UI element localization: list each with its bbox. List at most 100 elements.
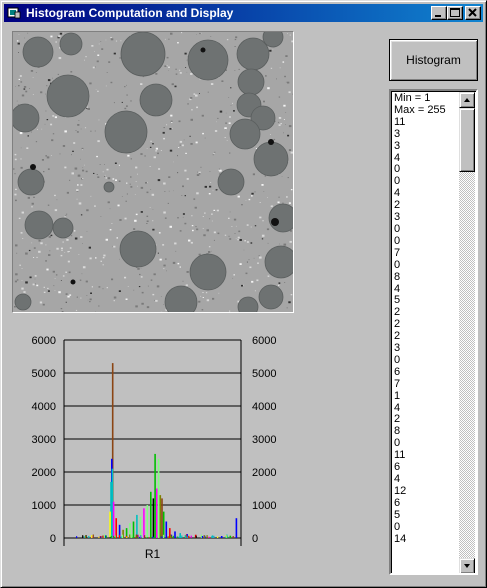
micrograph-speck — [104, 164, 105, 165]
micrograph-speck — [82, 266, 86, 269]
micrograph-speck — [65, 293, 68, 295]
micrograph-speck — [106, 168, 109, 171]
list-item[interactable]: 3 — [394, 342, 462, 355]
micrograph-speck — [121, 196, 123, 197]
list-item[interactable]: 0 — [394, 223, 462, 236]
micrograph-speck — [114, 162, 117, 164]
micrograph-speck — [155, 299, 158, 302]
micrograph-speck — [183, 139, 185, 141]
micrograph-speck — [168, 176, 171, 178]
particle — [189, 253, 227, 291]
list-item[interactable]: 5 — [394, 295, 462, 307]
micrograph-speck — [168, 66, 170, 68]
y-tick-label: 4000 — [32, 401, 56, 413]
micrograph-speck — [42, 303, 45, 306]
list-scrollbar[interactable] — [459, 92, 475, 573]
list-item[interactable]: 12 — [394, 485, 462, 498]
micrograph-speck — [285, 81, 287, 83]
scroll-up-button[interactable] — [459, 92, 475, 108]
micrograph-speck — [158, 168, 161, 170]
list-item[interactable]: 2 — [394, 414, 462, 426]
maximize-button[interactable] — [447, 6, 463, 20]
micrograph-speck — [14, 158, 17, 161]
micrograph-speck — [111, 278, 114, 281]
list-item[interactable]: 6 — [394, 461, 462, 474]
histogram-bar — [232, 536, 234, 538]
micrograph-speck — [256, 279, 259, 282]
list-item[interactable]: 2 — [394, 318, 462, 331]
micrograph-speck — [283, 243, 287, 246]
histogram-bar — [115, 537, 117, 538]
micrograph-speck — [263, 191, 265, 192]
list-item[interactable]: 0 — [394, 235, 462, 248]
micrograph-speck — [64, 216, 66, 217]
minimize-button[interactable] — [431, 6, 447, 20]
list-item[interactable]: 4 — [394, 283, 462, 296]
list-item[interactable]: 6 — [394, 497, 462, 510]
micrograph-speck — [60, 308, 63, 310]
list-item[interactable]: 0 — [394, 521, 462, 534]
micrograph-speck — [59, 32, 63, 35]
micrograph-speck — [202, 216, 204, 217]
micrograph-speck — [118, 164, 120, 166]
micrograph-speck — [177, 172, 179, 174]
micrograph-speck — [20, 232, 23, 234]
histogram-bar — [109, 537, 111, 538]
close-button[interactable] — [465, 6, 481, 20]
list-item[interactable]: 8 — [394, 271, 462, 284]
micrograph-speck — [204, 137, 206, 139]
micrograph-speck — [219, 110, 223, 113]
list-item[interactable]: 0 — [394, 175, 462, 188]
list-item[interactable]: 11 — [394, 449, 462, 462]
micrograph-speck — [107, 201, 110, 204]
list-item[interactable]: 0 — [394, 259, 462, 272]
scroll-thumb[interactable] — [459, 108, 475, 172]
micrograph-speck — [152, 293, 155, 296]
micrograph-speck — [80, 184, 83, 186]
list-item[interactable]: 4 — [394, 187, 462, 200]
list-item[interactable]: 8 — [394, 425, 462, 438]
histogram-bar — [102, 535, 104, 538]
micrograph-speck — [44, 123, 46, 125]
scroll-down-button[interactable] — [459, 558, 475, 573]
histogram-button[interactable]: Histogram — [389, 39, 478, 81]
micrograph-speck — [157, 179, 161, 182]
micrograph-speck — [225, 112, 227, 114]
micrograph-speck — [65, 214, 67, 216]
list-item[interactable]: 3 — [394, 128, 462, 141]
list-item[interactable]: 2 — [394, 330, 462, 343]
histogram-bar — [112, 501, 115, 538]
list-item[interactable]: 7 — [394, 378, 462, 391]
histogram-bar — [209, 537, 211, 538]
micrograph-speck — [100, 260, 102, 262]
particle — [13, 103, 40, 133]
list-item[interactable]: 14 — [394, 533, 462, 546]
list-item[interactable]: 1 — [394, 390, 462, 403]
micrograph-speck — [156, 285, 160, 288]
micrograph-speck — [88, 246, 91, 249]
list-item[interactable]: 5 — [394, 509, 462, 522]
list-item[interactable]: 6 — [394, 366, 462, 379]
list-item[interactable]: 3 — [394, 211, 462, 224]
particle — [104, 110, 148, 154]
micrograph-speck — [130, 176, 132, 178]
particle — [217, 168, 245, 196]
list-item[interactable]: 4 — [394, 402, 462, 415]
list-item[interactable]: 11 — [394, 116, 462, 129]
micrograph-speck — [46, 156, 50, 159]
title-bar[interactable]: Histogram Computation and Display — [4, 4, 483, 22]
list-item[interactable]: 2 — [394, 199, 462, 212]
list-item[interactable]: 3 — [394, 140, 462, 153]
list-item[interactable]: 7 — [394, 247, 462, 260]
micrograph-speck — [69, 179, 71, 181]
list-item[interactable]: 0 — [394, 164, 462, 176]
list-item[interactable]: 4 — [394, 152, 462, 165]
list-item[interactable]: 0 — [394, 354, 462, 367]
list-item[interactable]: 2 — [394, 306, 462, 319]
histogram-values-list[interactable]: Min = 1 Max = 255 11 3 3 4 0 0 4 2 3 0 0 7 0 8 4 5 2 2 2 3 0 6 7… — [389, 89, 478, 575]
micrograph-speck — [177, 262, 180, 265]
histogram-bar — [161, 536, 163, 538]
micrograph-speck — [245, 272, 248, 275]
micrograph-speck — [287, 177, 289, 179]
micrograph-speck — [179, 230, 182, 232]
